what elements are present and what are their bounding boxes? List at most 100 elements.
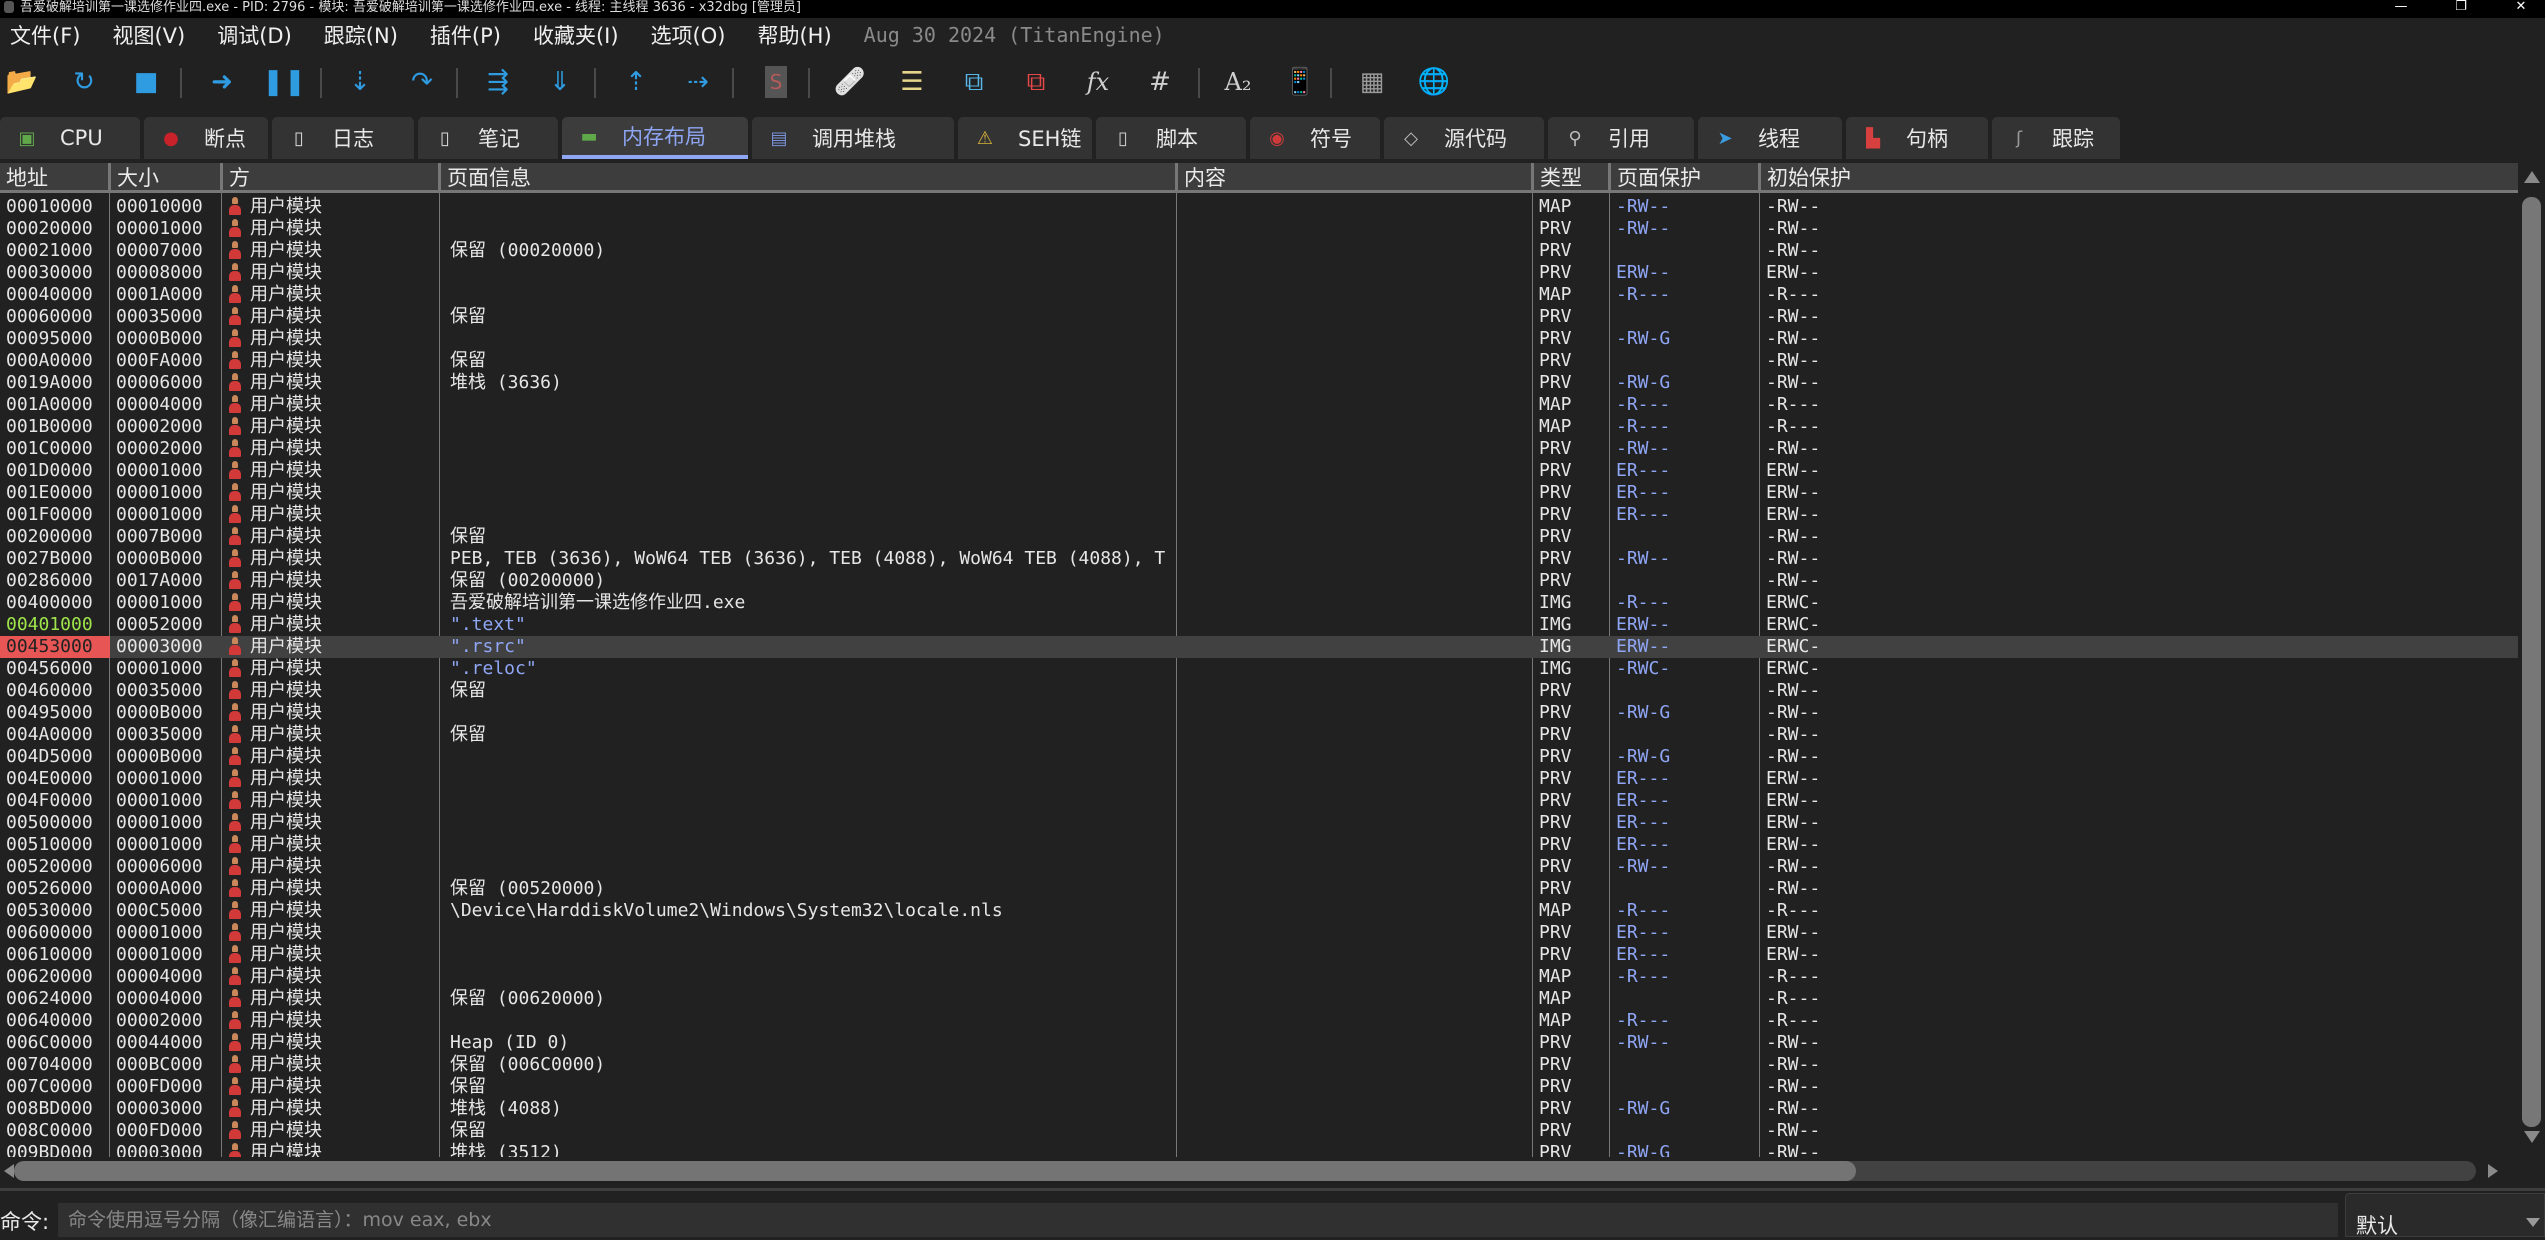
web-icon[interactable]: 🌐 <box>1418 66 1450 98</box>
table-row[interactable]: 00520000 00006000 用户模块 PRV -RW-- -RW-- <box>0 856 2518 878</box>
column-header-type[interactable]: 类型 <box>1531 163 1610 190</box>
table-row[interactable]: 009BD000 00003000 用户模块 堆栈 (3512) PRV -RW-G -RW… <box>0 1142 2518 1157</box>
scroll-up-arrow-icon[interactable] <box>2524 171 2540 183</box>
close-button[interactable]: ✕ <box>2501 0 2541 18</box>
table-row[interactable]: 00286000 0017A000 用户模块 保留 (00200000) PRV -RW-… <box>0 570 2518 592</box>
table-row[interactable]: 004D5000 0000B000 用户模块 PRV -RW-G -RW-- <box>0 746 2518 768</box>
table-row[interactable]: 004A0000 00035000 用户模块 保留 PRV -RW-- <box>0 724 2518 746</box>
column-header-party[interactable]: 方 <box>220 163 440 190</box>
tab-cpu[interactable]: ▣ CPU <box>0 117 140 159</box>
menu-file[interactable]: 文件(F) <box>10 20 80 50</box>
menu-debug[interactable]: 调试(D) <box>217 20 292 50</box>
minimize-button[interactable]: — <box>2381 0 2421 18</box>
calls-icon[interactable]: 📱 <box>1284 66 1316 98</box>
table-row[interactable]: 001F0000 00001000 用户模块 PRV ER--- ERW-- <box>0 504 2518 526</box>
pause-icon[interactable]: ❚❚ <box>262 66 306 98</box>
menu-plugins[interactable]: 插件(P) <box>430 20 501 50</box>
comments-icon[interactable]: ☰ <box>896 66 928 98</box>
table-row[interactable]: 00401000 00052000 用户模块 ".text" IMG ERW-- ERWC… <box>0 614 2518 636</box>
run-to-user-code-icon[interactable]: ⇢ <box>682 66 714 98</box>
labels-icon[interactable]: ⧉ <box>958 66 990 98</box>
calculator-icon[interactable]: ▦ <box>1356 66 1388 98</box>
column-header-content[interactable]: 内容 <box>1175 163 1533 190</box>
table-row[interactable]: 004E0000 00001000 用户模块 PRV ER--- ERW-- <box>0 768 2518 790</box>
table-row[interactable]: 00620000 00004000 用户模块 MAP -R--- -R--- <box>0 966 2518 988</box>
table-row[interactable]: 00040000 0001A000 用户模块 MAP -R--- -R--- <box>0 284 2518 306</box>
table-row[interactable]: 001B0000 00002000 用户模块 MAP -R--- -R--- <box>0 416 2518 438</box>
table-row[interactable]: 0027B000 0000B000 用户模块 PEB, TEB (3636), WoW… <box>0 548 2518 570</box>
tab-symbols[interactable]: ◉ 符号 <box>1250 117 1380 159</box>
stop-icon[interactable]: ■ <box>130 66 162 98</box>
table-row[interactable]: 00095000 0000B000 用户模块 PRV -RW-G -RW-- <box>0 328 2518 350</box>
table-row[interactable]: 008BD000 00003000 用户模块 堆栈 (4088) PRV -RW-G -RW… <box>0 1098 2518 1120</box>
table-row[interactable]: 00640000 00002000 用户模块 MAP -R--- -R--- <box>0 1010 2518 1032</box>
table-row[interactable]: 00500000 00001000 用户模块 PRV ER--- ERW-- <box>0 812 2518 834</box>
scylla-icon[interactable]: S <box>765 66 787 98</box>
table-row[interactable]: 001E0000 00001000 用户模块 PRV ER--- ERW-- <box>0 482 2518 504</box>
tab-trace[interactable]: ʃ 跟踪 <box>1992 117 2120 159</box>
tab-handles[interactable]: ▙ 句柄 <box>1846 117 1988 159</box>
table-row[interactable]: 00704000 000BC000 用户模块 保留 (006C0000) PRV -RW-… <box>0 1054 2518 1076</box>
table-row[interactable]: 007C0000 000FD000 用户模块 保留 PRV -RW-- <box>0 1076 2518 1098</box>
tab-call-stack[interactable]: ▤ 调用堆栈 <box>752 117 954 159</box>
step-over-icon[interactable]: ↷ <box>406 66 438 98</box>
table-row[interactable]: 00021000 00007000 用户模块 保留 (00020000) PRV -RW-… <box>0 240 2518 262</box>
table-row[interactable]: 00530000 000C5000 用户模块 \Device\HarddiskVolu… <box>0 900 2518 922</box>
table-row[interactable]: 00453000 00003000 用户模块 ".rsrc" IMG ERW-- ERWC… <box>0 636 2518 658</box>
table-row[interactable]: 00200000 0007B000 用户模块 保留 PRV -RW-- <box>0 526 2518 548</box>
trace-into-icon[interactable]: ⇶ <box>482 66 514 98</box>
table-row[interactable]: 006C0000 00044000 用户模块 Heap (ID 0) PRV -RW-- -… <box>0 1032 2518 1054</box>
column-header-initial-protection[interactable]: 初始保护 <box>1758 163 2518 190</box>
table-row[interactable]: 00510000 00001000 用户模块 PRV ER--- ERW-- <box>0 834 2518 856</box>
tab-notes[interactable]: ▯ 笔记 <box>418 117 558 159</box>
horizontal-scrollbar[interactable] <box>0 1160 2518 1182</box>
restart-icon[interactable]: ↻ <box>68 66 100 98</box>
tab-memory-map[interactable]: ▬ 内存布局 <box>562 117 748 159</box>
tab-references[interactable]: ⚲ 引用 <box>1548 117 1694 159</box>
execute-till-return-icon[interactable]: ⇡ <box>620 66 652 98</box>
menu-trace[interactable]: 跟踪(N) <box>324 20 398 50</box>
splitter[interactable] <box>0 1188 2545 1191</box>
tab-log[interactable]: ▯ 日志 <box>272 117 414 159</box>
vertical-scrollbar[interactable] <box>2518 163 2545 1157</box>
menu-options[interactable]: 选项(O) <box>651 20 726 50</box>
table-row[interactable]: 00610000 00001000 用户模块 PRV ER--- ERW-- <box>0 944 2518 966</box>
functions-icon[interactable]: fx <box>1082 66 1114 98</box>
trace-over-icon[interactable]: ⇓ <box>544 66 576 98</box>
column-header-address[interactable]: 地址 <box>0 163 110 190</box>
table-row[interactable]: 00030000 00008000 用户模块 PRV ERW-- ERW-- <box>0 262 2518 284</box>
table-row[interactable]: 00456000 00001000 用户模块 ".reloc" IMG -RWC- ERW… <box>0 658 2518 680</box>
scroll-left-arrow-icon[interactable] <box>4 1164 14 1178</box>
open-icon[interactable]: 📂 <box>6 66 38 98</box>
table-row[interactable]: 001D0000 00001000 用户模块 PRV ER--- ERW-- <box>0 460 2518 482</box>
tab-script[interactable]: ▯ 脚本 <box>1096 117 1246 159</box>
maximize-button[interactable]: ❐ <box>2441 0 2481 18</box>
menu-help[interactable]: 帮助(H) <box>757 20 831 50</box>
table-row[interactable]: 00020000 00001000 用户模块 PRV -RW-- -RW-- <box>0 218 2518 240</box>
table-row[interactable]: 00495000 0000B000 用户模块 PRV -RW-G -RW-- <box>0 702 2518 724</box>
column-header-protection[interactable]: 页面保护 <box>1608 163 1760 190</box>
table-row[interactable]: 00624000 00004000 用户模块 保留 (00620000) MAP -R--… <box>0 988 2518 1010</box>
step-into-icon[interactable]: ⇣ <box>344 66 376 98</box>
run-icon[interactable]: ➜ <box>206 66 238 98</box>
table-row[interactable]: 008C0000 000FD000 用户模块 保留 PRV -RW-- <box>0 1120 2518 1142</box>
column-header-size[interactable]: 大小 <box>108 163 222 190</box>
tab-source[interactable]: ◇ 源代码 <box>1384 117 1544 159</box>
table-row[interactable]: 00460000 00035000 用户模块 保留 PRV -RW-- <box>0 680 2518 702</box>
command-input[interactable] <box>58 1203 2338 1237</box>
scroll-down-arrow-icon[interactable] <box>2524 1131 2540 1143</box>
vertical-scroll-thumb[interactable] <box>2522 197 2541 1127</box>
tab-seh-chain[interactable]: ⚠ SEH链 <box>958 117 1092 159</box>
table-row[interactable]: 00060000 00035000 用户模块 保留 PRV -RW-- <box>0 306 2518 328</box>
horizontal-scroll-thumb[interactable] <box>14 1161 1856 1181</box>
table-row[interactable]: 004F0000 00001000 用户模块 PRV ER--- ERW-- <box>0 790 2518 812</box>
column-header-page-info[interactable]: 页面信息 <box>438 163 1177 190</box>
table-row[interactable]: 001A0000 00004000 用户模块 MAP -R--- -R--- <box>0 394 2518 416</box>
bookmarks-icon[interactable]: ⧉ <box>1020 66 1052 98</box>
command-mode-select[interactable]: 默认 <box>2345 1193 2545 1238</box>
table-row[interactable]: 000A0000 000FA000 用户模块 保留 PRV -RW-- <box>0 350 2518 372</box>
strings-icon[interactable]: A₂ <box>1222 66 1254 98</box>
menu-view[interactable]: 视图(V) <box>112 20 185 50</box>
table-row[interactable]: 0019A000 00006000 用户模块 堆栈 (3636) PRV -RW-G -RW… <box>0 372 2518 394</box>
table-row[interactable]: 00526000 0000A000 用户模块 保留 (00520000) PRV -RW-… <box>0 878 2518 900</box>
